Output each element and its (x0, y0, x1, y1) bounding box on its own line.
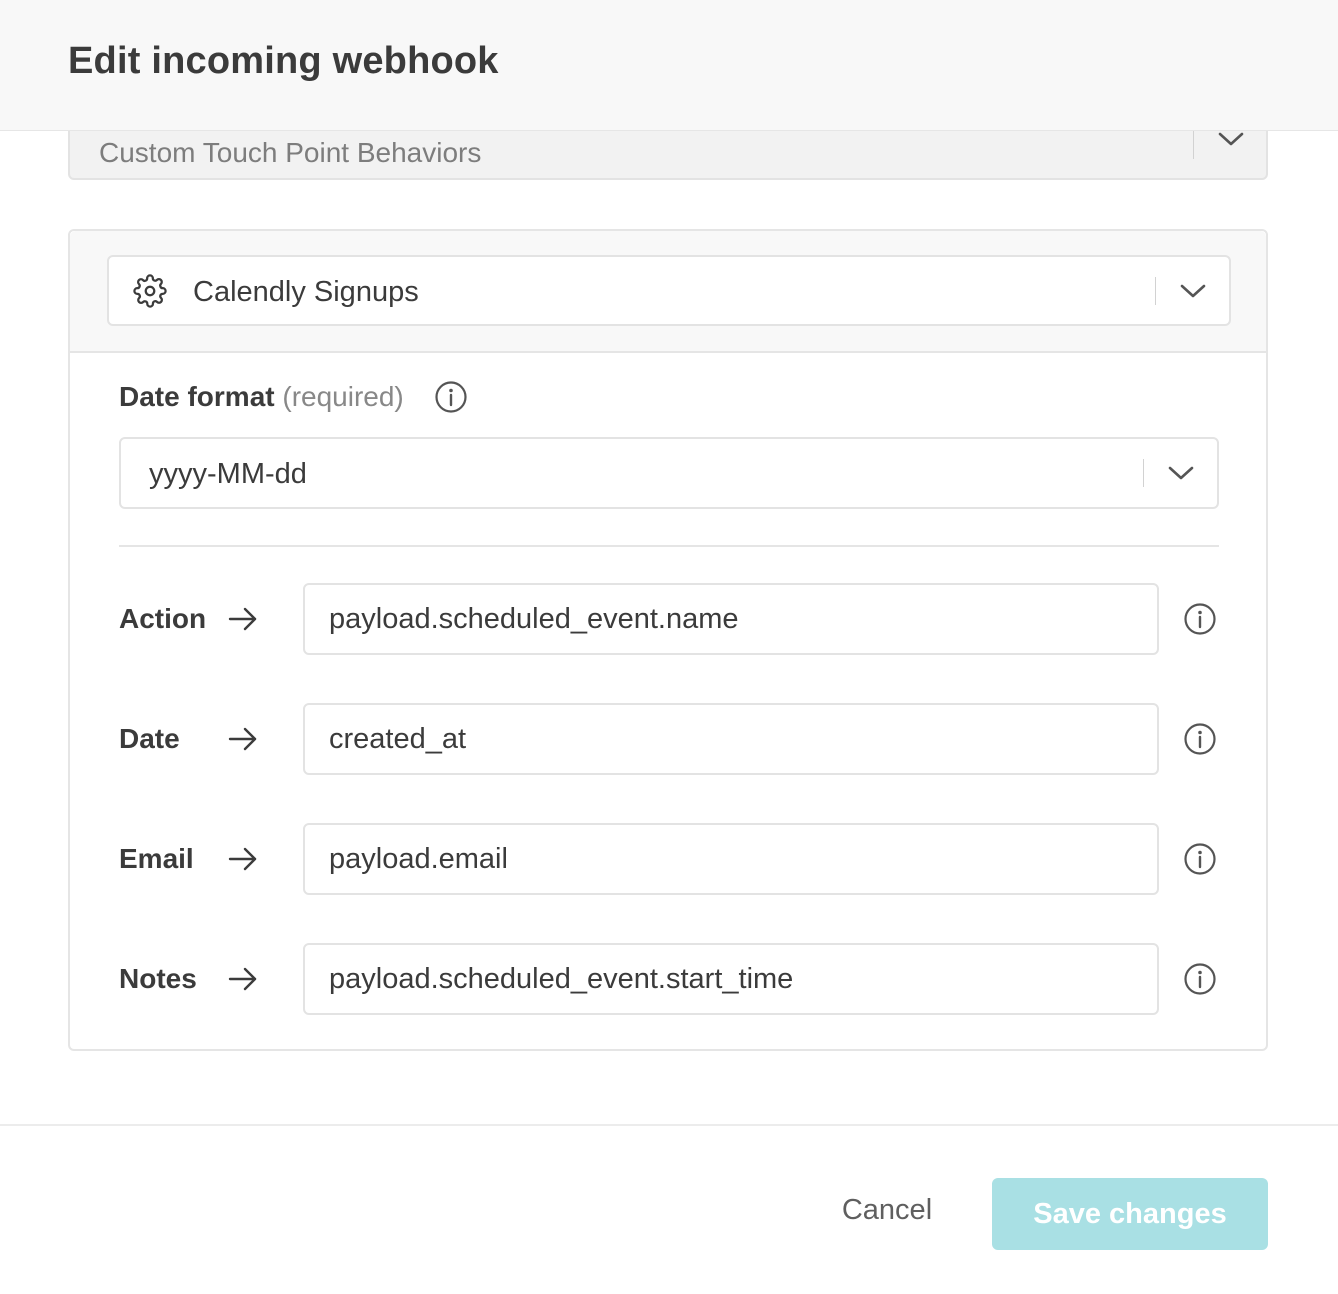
mapping-label-notes: Notes (119, 963, 197, 994)
dialog-body: Custom Touch Point Behaviors Calendly Si… (0, 131, 1338, 1124)
behavior-type-select[interactable]: Custom Touch Point Behaviors (68, 131, 1268, 180)
mapping-input-notes[interactable] (303, 943, 1159, 1015)
select-separator (1143, 459, 1144, 487)
date-format-select[interactable]: yyyy-MM-dd (119, 437, 1219, 509)
cancel-button[interactable]: Cancel (820, 1174, 954, 1246)
info-icon[interactable] (434, 380, 468, 414)
divider (119, 545, 1219, 547)
dialog-header: Edit incoming webhook (0, 0, 1338, 131)
info-icon[interactable] (1183, 842, 1217, 876)
info-icon[interactable] (1183, 602, 1217, 636)
mapping-label-date: Date (119, 723, 180, 754)
arrow-right-icon (226, 602, 260, 636)
source-select-value: Calendly Signups (193, 276, 419, 308)
mapping-label-email: Email (119, 843, 194, 874)
chevron-down-icon[interactable] (1167, 459, 1195, 487)
info-icon[interactable] (1183, 962, 1217, 996)
select-separator (1193, 131, 1194, 159)
gear-icon (133, 274, 167, 308)
info-icon[interactable] (1183, 722, 1217, 756)
chevron-down-icon[interactable] (1217, 131, 1245, 153)
date-format-label: Date format (required) (119, 381, 404, 413)
source-header: Calendly Signups (70, 231, 1266, 353)
arrow-right-icon (226, 962, 260, 996)
save-changes-button[interactable]: Save changes (992, 1178, 1268, 1250)
select-separator (1155, 277, 1156, 305)
date-format-value: yyyy-MM-dd (149, 458, 307, 490)
dialog-title: Edit incoming webhook (68, 40, 499, 82)
mapping-panel: Calendly Signups Date format (required) … (68, 229, 1268, 1051)
mapping-input-date[interactable] (303, 703, 1159, 775)
mapping-input-action[interactable] (303, 583, 1159, 655)
chevron-down-icon[interactable] (1179, 277, 1207, 305)
behavior-type-value: Custom Touch Point Behaviors (99, 137, 482, 168)
date-format-label-text: Date format (119, 381, 275, 412)
arrow-right-icon (226, 842, 260, 876)
required-indicator: (required) (282, 381, 404, 412)
dialog-footer: Cancel Save changes (0, 1124, 1338, 1294)
source-select[interactable]: Calendly Signups (107, 255, 1231, 326)
arrow-right-icon (226, 722, 260, 756)
mapping-input-email[interactable] (303, 823, 1159, 895)
mapping-label-action: Action (119, 603, 207, 634)
